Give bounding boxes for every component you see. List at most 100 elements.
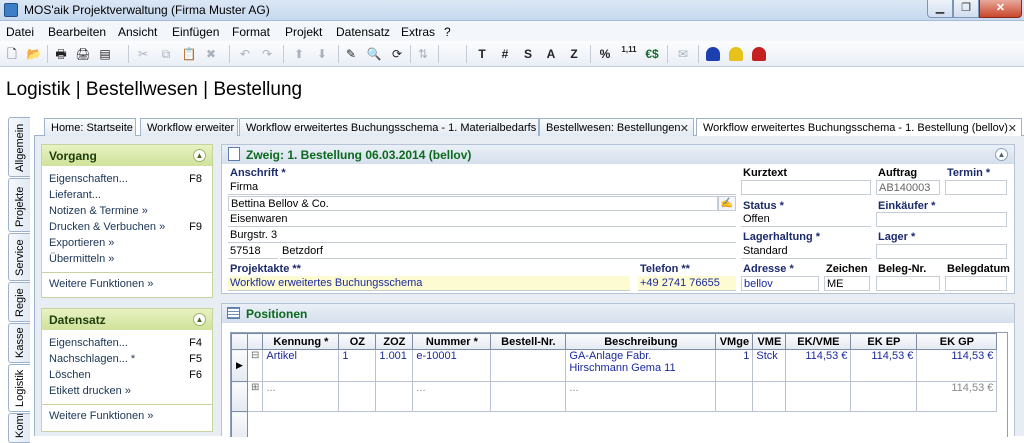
collapse-chevron-icon[interactable]: ▲ xyxy=(193,149,206,162)
col-kennung[interactable]: Kennung * xyxy=(262,333,340,350)
col-vme[interactable]: VME xyxy=(752,333,787,350)
menu-extras[interactable]: Extras xyxy=(401,25,435,39)
menu-projekt[interactable]: Projekt xyxy=(285,25,322,39)
auftrag-field[interactable]: AB140003 xyxy=(876,180,940,195)
col-oz[interactable]: OZ xyxy=(338,333,377,350)
col-vmge[interactable]: VMge xyxy=(715,333,754,350)
cell-vme[interactable]: Stck xyxy=(752,349,787,382)
cell-zoz[interactable] xyxy=(375,381,414,412)
table-row[interactable]: ⊞ ... ... ... 114,53 € xyxy=(231,381,998,412)
cell-ek-gp[interactable]: 114,53 € xyxy=(916,349,998,382)
datensatz-header[interactable]: Datensatz ▲ xyxy=(42,309,212,330)
z-button-icon[interactable]: Z xyxy=(565,45,583,63)
einkaeufer-field[interactable] xyxy=(876,212,1007,227)
task-weitere-funktionen[interactable]: Weitere Funktionen » xyxy=(42,409,212,425)
task-weitere-funktionen[interactable]: Weitere Funktionen » xyxy=(42,277,212,293)
menu-bearbeiten[interactable]: Bearbeiten xyxy=(48,25,106,39)
task-loeschen[interactable]: Löschen F6 xyxy=(42,368,212,384)
menu-format[interactable]: Format xyxy=(232,25,270,39)
percent-button-icon[interactable]: % xyxy=(596,45,614,63)
move-up-icon[interactable]: ⬆ xyxy=(290,45,308,63)
cell-ek-ep[interactable] xyxy=(850,381,918,412)
move-down-icon[interactable]: ⬇ xyxy=(313,45,331,63)
paste-icon[interactable]: 📋 xyxy=(180,45,198,63)
task-uebermitteln[interactable]: Übermitteln » xyxy=(42,252,212,268)
plz-field[interactable]: 57518 xyxy=(228,244,278,259)
status-field[interactable]: Offen xyxy=(741,212,871,227)
delete-icon[interactable]: ✖ xyxy=(202,45,220,63)
mail-icon[interactable]: ✉ xyxy=(674,45,692,63)
cell-oz[interactable]: 1 xyxy=(338,349,377,382)
kurztext-field[interactable] xyxy=(741,180,871,195)
row-marker-icon[interactable]: ▶ xyxy=(231,349,248,382)
menu-ansicht[interactable]: Ansicht xyxy=(118,25,157,39)
text-button-icon[interactable]: T xyxy=(473,45,491,63)
sort-icon[interactable]: ⇅ xyxy=(414,45,432,63)
anschrift-line-4[interactable]: Burgstr. 3 xyxy=(228,228,736,243)
copy-icon[interactable]: ⧉ xyxy=(157,45,175,63)
tab-logistik[interactable]: Logistik xyxy=(8,364,30,412)
lager-field[interactable] xyxy=(876,244,1007,259)
collapse-chevron-icon[interactable]: ▲ xyxy=(193,313,206,326)
open-folder-icon[interactable]: 📂 xyxy=(25,45,43,63)
undo-icon[interactable]: ↶ xyxy=(236,45,254,63)
a-button-icon[interactable]: A xyxy=(542,45,560,63)
address-lookup-icon[interactable]: ✍ xyxy=(718,196,736,211)
col-ek-ep[interactable]: EK EP xyxy=(850,333,918,350)
anschrift-line-2[interactable]: Bettina Bellov & Co. xyxy=(228,196,718,211)
properties-icon[interactable]: ▤ xyxy=(96,45,114,63)
cell-bestell-nr[interactable] xyxy=(490,381,567,412)
cell-ek-vme[interactable]: 114,53 € xyxy=(785,349,852,382)
s-button-icon[interactable]: S xyxy=(519,45,537,63)
cell-zoz[interactable]: 1.001 xyxy=(375,349,414,382)
task-notizen-termine[interactable]: Notizen & Termine » xyxy=(42,204,212,220)
anschrift-line-1[interactable]: Firma xyxy=(228,180,736,195)
menu-einfuegen[interactable]: Einfügen xyxy=(172,25,219,39)
col-beschreibung[interactable]: Beschreibung xyxy=(565,333,717,350)
close-tab-icon[interactable]: ✕ xyxy=(680,122,689,135)
minimize-button[interactable]: ▁ xyxy=(927,0,953,18)
tab-kommer[interactable]: Kommer xyxy=(8,413,30,443)
cell-vme[interactable] xyxy=(752,381,787,412)
maximize-button[interactable]: ❐ xyxy=(953,0,979,18)
task-drucken-verbuchen[interactable]: Drucken & Verbuchen » F9 xyxy=(42,220,212,236)
user-yellow-icon[interactable] xyxy=(729,47,743,61)
cell-nummer[interactable]: ... xyxy=(412,381,492,412)
zeichen-field[interactable]: ME xyxy=(824,276,870,291)
menu-help[interactable]: ? xyxy=(444,25,451,39)
tab-service[interactable]: Service xyxy=(8,233,30,281)
print-preview-icon[interactable]: 🖶 xyxy=(52,45,70,63)
lagerhaltung-field[interactable]: Standard xyxy=(741,244,871,259)
belegdatum-field[interactable] xyxy=(945,276,1007,291)
print-icon[interactable]: 🖨 xyxy=(74,45,92,63)
cell-kennung[interactable]: ... xyxy=(262,381,340,412)
refresh-icon[interactable]: ⟳ xyxy=(388,45,406,63)
task-nachschlagen[interactable]: Nachschlagen... * F5 xyxy=(42,352,212,368)
cell-bestell-nr[interactable] xyxy=(490,349,567,382)
termin-field[interactable] xyxy=(945,180,1007,195)
menu-datensatz[interactable]: Datensatz xyxy=(336,25,390,39)
adresse-field[interactable]: bellov xyxy=(741,276,819,291)
cell-vmge[interactable]: 1 xyxy=(715,349,754,382)
close-button[interactable]: ✕ xyxy=(979,0,1022,18)
currency-icon[interactable]: €$ xyxy=(643,45,661,63)
edit-pencil-icon[interactable]: ✎ xyxy=(342,45,360,63)
doc-tab-bestellungen[interactable]: Bestellwesen: Bestellungen ✕ xyxy=(539,118,694,136)
col-bestell-nr[interactable]: Bestell-Nr. xyxy=(490,333,567,350)
table-row[interactable]: ▶ ⊟ Artikel 1 1.001 e-10001 GA-Anlage Fa… xyxy=(231,349,998,382)
doc-tab-workflow-1[interactable]: Workflow erweiter xyxy=(140,118,238,136)
doc-tab-home[interactable]: Home: Startseite xyxy=(44,118,136,136)
ort-field[interactable]: Betzdorf xyxy=(280,244,736,259)
cell-ek-vme[interactable] xyxy=(785,381,852,412)
task-etikett-drucken[interactable]: Etikett drucken » xyxy=(42,384,212,400)
number-button-icon[interactable]: # xyxy=(496,45,514,63)
cut-icon[interactable]: ✂ xyxy=(134,45,152,63)
col-ek-vme[interactable]: EK/VME xyxy=(785,333,852,350)
col-nummer[interactable]: Nummer * xyxy=(412,333,492,350)
redo-icon[interactable]: ↷ xyxy=(258,45,276,63)
vorgang-header[interactable]: Vorgang ▲ xyxy=(42,145,212,166)
tab-regie[interactable]: Regie xyxy=(8,282,30,322)
collapse-chevron-icon[interactable]: ▲ xyxy=(995,148,1008,161)
cell-nummer[interactable]: e-10001 xyxy=(412,349,492,382)
projektakte-field[interactable]: Workflow erweitertes Buchungsschema xyxy=(228,276,630,291)
